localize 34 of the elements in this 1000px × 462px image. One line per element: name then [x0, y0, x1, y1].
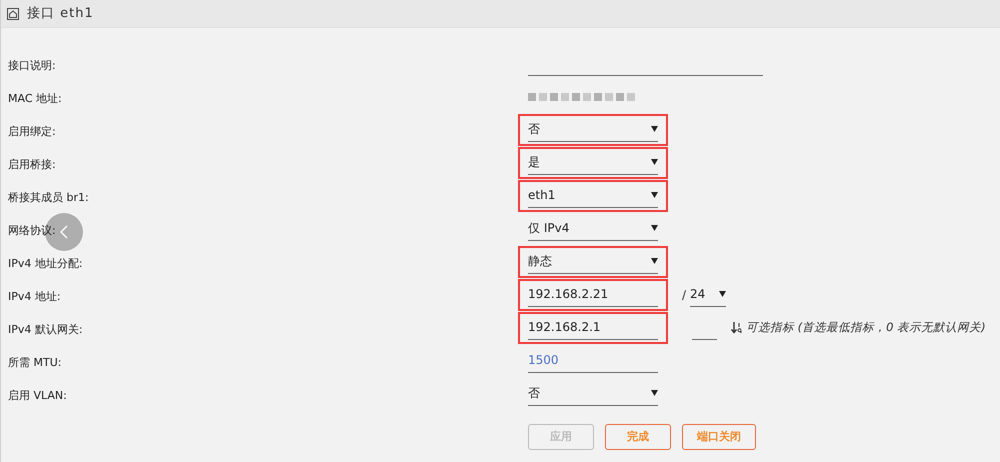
- select-field[interactable]: 仅 IPv4: [528, 216, 658, 240]
- field-label: 所需 MTU:: [8, 356, 62, 368]
- caret-icon: [651, 126, 658, 132]
- caret-icon: [651, 390, 658, 396]
- field-label: 接口说明:: [8, 58, 56, 72]
- sort-icon: [731, 322, 743, 334]
- field-label: 启用绑定:: [8, 124, 56, 138]
- caret-icon: [719, 291, 726, 297]
- field-label: IPv4 地址分配:: [8, 256, 83, 270]
- caret-icon: [651, 258, 658, 264]
- field-label: 启用 VLAN:: [8, 388, 67, 402]
- field-label: 桥接其成员 br1:: [8, 190, 89, 204]
- caret-icon: [651, 159, 658, 165]
- select-field[interactable]: 是: [528, 150, 658, 174]
- panel-title: 接口 eth1: [27, 4, 94, 23]
- chevron-left-icon: [59, 225, 69, 239]
- input-field[interactable]: 1500: [528, 348, 658, 372]
- field-label: 启用桥接:: [8, 158, 56, 170]
- home-icon: [7, 8, 19, 20]
- field-label: 网络协议:: [8, 224, 56, 236]
- select-field[interactable]: 静态: [528, 250, 658, 274]
- metric-hint: 可选指标 (首选最低指标，0 表示无默认网关): [746, 318, 986, 336]
- select-field[interactable]: 否: [528, 118, 658, 142]
- field-label: IPv4 默认网关:: [8, 322, 83, 336]
- input-field[interactable]: 192.168.2.1: [518, 312, 668, 344]
- caret-icon: [651, 192, 658, 198]
- slash-separator: /: [682, 286, 686, 304]
- prefix-select[interactable]: 24: [690, 282, 726, 306]
- field-label: MAC 地址:: [8, 92, 62, 104]
- select-field[interactable]: 否: [528, 382, 658, 406]
- caret-icon: [651, 225, 658, 231]
- select-field[interactable]: eth1: [528, 184, 658, 208]
- input-field[interactable]: 192.168.2.21: [518, 278, 668, 310]
- field-label: IPv4 地址:: [8, 290, 61, 302]
